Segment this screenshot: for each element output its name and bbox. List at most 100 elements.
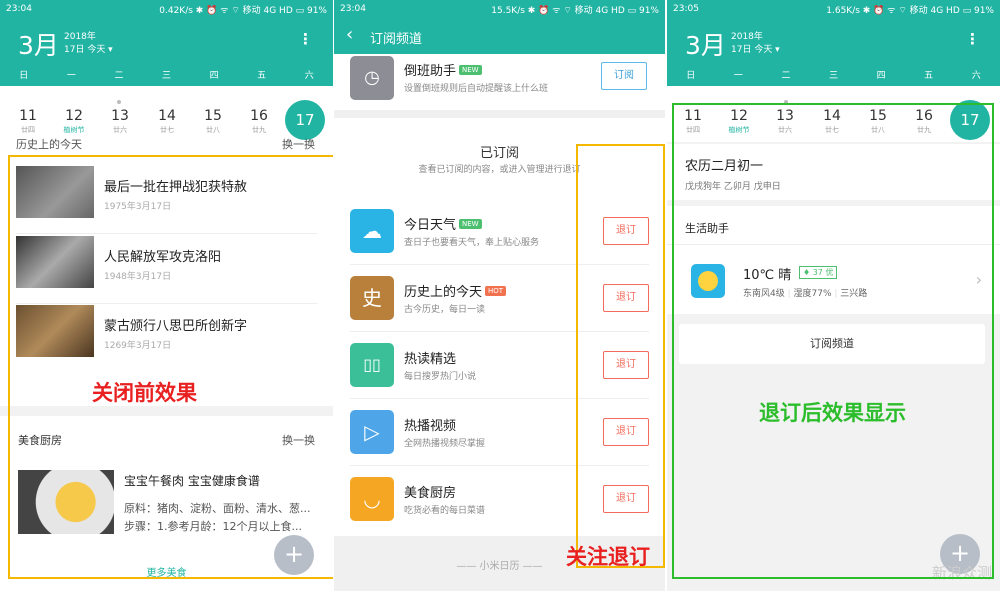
- subscribed-desc: 查看已订阅的内容，或进入管理进行退订: [418, 165, 581, 175]
- status-time: 23:04: [6, 4, 32, 14]
- today-date[interactable]: 17: [285, 100, 325, 140]
- before-screen: 23:04 0.42K/s ✱ ⏰ ᯤ ⌔ 移动 4G HD ▭ 91% 3月 …: [0, 0, 333, 591]
- annotation-unsubscribe: 关注退订: [566, 545, 650, 569]
- date-cell[interactable]: 14 廿七: [818, 108, 846, 135]
- history-photo: [16, 166, 94, 218]
- date-cell[interactable]: 16 廿九: [245, 108, 273, 135]
- date-number: 13: [111, 108, 129, 124]
- status-bar: 23:04 15.5K/s ✱ ⏰ ᯤ ⌔ 移动 4G HD ▭ 91%: [334, 0, 665, 18]
- date-cell[interactable]: 15 廿八: [864, 108, 892, 135]
- history-item[interactable]: 最后一批在押战犯获特赦 1975年3月17日: [16, 166, 317, 234]
- chevron-right-icon[interactable]: ›: [976, 270, 982, 289]
- weekday-row: 日 一 二 三 四 五 六: [0, 68, 333, 86]
- date-cell[interactable]: 11 廿四: [14, 108, 42, 135]
- weather-details: 东南风4级 | 湿度77% | 三兴路: [743, 289, 868, 299]
- history-refresh-button[interactable]: 换一换: [282, 136, 315, 152]
- unsubscribe-button[interactable]: 退订: [603, 351, 649, 379]
- channel-item-shift: ◷ 倒班助手 NEW 设置倒班规则后自动提醒该上什么班 订阅: [334, 54, 665, 110]
- weekday-label: 三: [829, 71, 839, 81]
- date-cell[interactable]: 16 廿九: [910, 108, 938, 135]
- status-bar: 23:05 1.65K/s ✱ ⏰ ᯤ ⌔ 移动 4G HD ▭ 91%: [667, 0, 1000, 18]
- today-date[interactable]: 17: [950, 100, 990, 140]
- date-cell[interactable]: 12 植树节: [725, 108, 753, 135]
- weekday-label: 一: [66, 71, 76, 81]
- subscribe-button[interactable]: 订阅: [601, 62, 647, 90]
- history-date: 1269年3月17日: [104, 341, 172, 351]
- back-icon[interactable]: ‹: [346, 24, 353, 45]
- unsubscribe-button[interactable]: 退订: [603, 284, 649, 312]
- date-cell[interactable]: 12 植树节: [60, 108, 88, 135]
- lunar-label: 廿八: [206, 126, 220, 134]
- date-number: 15: [869, 108, 887, 124]
- channel-name: 热播视频: [404, 419, 457, 434]
- weekday-label: 三: [162, 71, 172, 81]
- channel-name: 今日天气 NEW: [404, 214, 482, 233]
- channel-item: ▷ 热播视频 全网热播视频尽掌握 退订: [350, 399, 649, 466]
- channel-desc: 吃货必看的每日菜谱: [404, 506, 486, 516]
- event-dot: [117, 100, 121, 104]
- annotation-before: 关闭前效果: [92, 381, 197, 405]
- channel-desc: 古今历史，每日一读: [404, 305, 486, 315]
- status-indicators: 0.42K/s ✱ ⏰ ᯤ ⌔ 移动 4G HD ▭ 91%: [159, 5, 327, 16]
- history-icon: 史: [350, 276, 394, 320]
- month-title: 3月: [18, 31, 59, 60]
- history-item[interactable]: 蒙古颁行八思巴所创新字 1269年3月17日: [16, 305, 317, 373]
- date-cell[interactable]: 11 廿四: [679, 108, 707, 135]
- lunar-label: 植树节: [63, 126, 85, 134]
- subscribed-title: 已订阅: [479, 146, 519, 161]
- date-picker[interactable]: 17日 今天 ▾: [64, 42, 113, 55]
- unsubscribe-button[interactable]: 退订: [603, 485, 649, 513]
- app-bar: ‹ 订阅频道: [334, 18, 665, 54]
- channel-desc: 每日搜罗热门小说: [404, 372, 477, 382]
- status-time: 23:05: [673, 4, 699, 14]
- weekday-label: 一: [733, 71, 743, 81]
- unsubscribe-button[interactable]: 退订: [603, 217, 649, 245]
- food-section-title: 美食厨房: [18, 434, 62, 447]
- date-picker[interactable]: 17日 今天 ▾: [731, 42, 780, 55]
- history-date: 1948年3月17日: [104, 272, 172, 282]
- history-item[interactable]: 人民解放军攻克洛阳 1948年3月17日: [16, 236, 317, 304]
- assistant-title: 生活助手: [685, 222, 729, 235]
- history-photo: [16, 305, 94, 357]
- more-menu-icon[interactable]: ⋮: [298, 30, 313, 48]
- weekday-label: 二: [114, 71, 124, 81]
- date-number: 14: [158, 108, 176, 124]
- date-cell[interactable]: 14 廿七: [153, 108, 181, 135]
- channel-name: 历史上的今天 HOT: [404, 281, 507, 300]
- food-ingredients: 原料：猪肉、淀粉、面粉、清水、葱...: [124, 502, 311, 515]
- weekday-label: 五: [924, 71, 934, 81]
- ganzhi-date: 戊戌狗年 乙卯月 戊申日: [685, 182, 781, 192]
- lunar-label: 廿六: [778, 126, 792, 134]
- after-screen: 23:05 1.65K/s ✱ ⏰ ᯤ ⌔ 移动 4G HD ▭ 91% 3月 …: [667, 0, 1000, 591]
- weekday-label: 日: [686, 71, 696, 81]
- date-number: 12: [730, 108, 748, 124]
- history-section-title: 历史上的今天: [16, 138, 82, 151]
- history-title: 蒙古颁行八思巴所创新字: [104, 319, 248, 334]
- calendar-header: 3月 2018年 17日 今天 ▾ ⋮: [667, 18, 1000, 68]
- food-refresh-button[interactable]: 换一换: [282, 432, 315, 448]
- channel-desc: 查日子也要看天气，奉上贴心服务: [404, 238, 540, 248]
- history-title: 人民解放军攻克洛阳: [104, 250, 222, 265]
- food-title[interactable]: 宝宝午餐肉 宝宝健康食谱: [124, 472, 260, 489]
- watermark: 新浪众测: [931, 564, 992, 582]
- book-icon: ▯▯: [350, 343, 394, 387]
- food-photo: [18, 470, 114, 534]
- unsubscribe-button[interactable]: 退订: [603, 418, 649, 446]
- add-fab-button[interactable]: +: [274, 535, 314, 575]
- subscribe-channels-button[interactable]: 订阅频道: [679, 324, 985, 364]
- weekday-label: 四: [209, 71, 219, 81]
- lunar-label: 廿四: [21, 126, 35, 134]
- date-number: 12: [65, 108, 83, 124]
- date-cell[interactable]: 13 廿六: [106, 108, 134, 135]
- lunar-label: 廿七: [825, 126, 839, 134]
- weather-icon: ☁: [350, 209, 394, 253]
- date-cell[interactable]: 13 廿六: [771, 108, 799, 135]
- more-menu-icon[interactable]: ⋮: [965, 30, 980, 48]
- week-dates: 11 廿四 12 植树节 13 廿六 14 廿七 15 廿八 16 廿九 17: [667, 86, 1000, 142]
- status-time: 23:04: [340, 4, 366, 14]
- date-cell[interactable]: 15 廿八: [199, 108, 227, 135]
- history-date: 1975年3月17日: [104, 202, 172, 212]
- channel-name: 倒班助手 NEW: [404, 60, 482, 79]
- subscription-screen: 23:04 15.5K/s ✱ ⏰ ᯤ ⌔ 移动 4G HD ▭ 91% ‹ 订…: [334, 0, 665, 591]
- channel-item: ▯▯ 热读精选 每日搜罗热门小说 退订: [350, 332, 649, 399]
